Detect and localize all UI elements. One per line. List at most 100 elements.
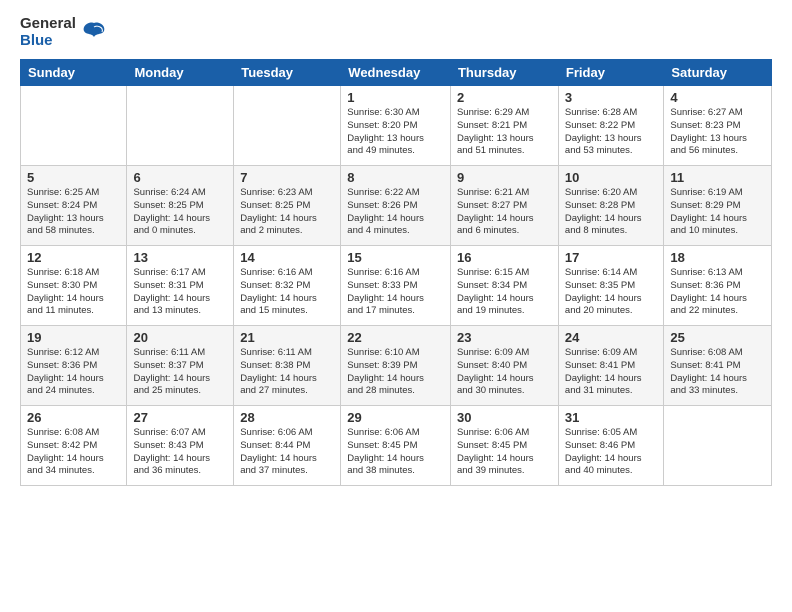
day-number: 11 bbox=[670, 170, 765, 185]
day-number: 22 bbox=[347, 330, 444, 345]
day-info: Sunrise: 6:30 AM Sunset: 8:20 PM Dayligh… bbox=[347, 107, 444, 158]
day-info: Sunrise: 6:29 AM Sunset: 8:21 PM Dayligh… bbox=[457, 107, 552, 158]
day-number: 29 bbox=[347, 410, 444, 425]
week-row-2: 5 Sunrise: 6:25 AM Sunset: 8:24 PM Daylig… bbox=[21, 166, 772, 246]
calendar-cell: 5 Sunrise: 6:25 AM Sunset: 8:24 PM Daylig… bbox=[21, 166, 127, 246]
calendar-cell bbox=[21, 86, 127, 166]
day-number: 13 bbox=[133, 250, 227, 265]
day-number: 2 bbox=[457, 90, 552, 105]
calendar-cell: 22Sunrise: 6:10 AM Sunset: 8:39 PM Dayli… bbox=[341, 326, 451, 406]
day-number: 8 bbox=[347, 170, 444, 185]
day-info: Sunrise: 6:25 AM Sunset: 8:24 PM Dayligh… bbox=[27, 187, 120, 238]
day-info: Sunrise: 6:24 AM Sunset: 8:25 PM Dayligh… bbox=[133, 187, 227, 238]
day-info: Sunrise: 6:09 AM Sunset: 8:40 PM Dayligh… bbox=[457, 347, 552, 398]
day-number: 3 bbox=[565, 90, 657, 105]
day-info: Sunrise: 6:19 AM Sunset: 8:29 PM Dayligh… bbox=[670, 187, 765, 238]
calendar-cell: 16Sunrise: 6:15 AM Sunset: 8:34 PM Dayli… bbox=[450, 246, 558, 326]
day-number: 18 bbox=[670, 250, 765, 265]
week-row-5: 26 Sunrise: 6:08 AM Sunset: 8:42 PM Dayli… bbox=[21, 406, 772, 486]
calendar-cell: 13Sunrise: 6:17 AM Sunset: 8:31 PM Dayli… bbox=[127, 246, 234, 326]
calendar-cell bbox=[234, 86, 341, 166]
day-info: Sunrise: 6:13 AM Sunset: 8:36 PM Dayligh… bbox=[670, 267, 765, 318]
header-sunday: Sunday bbox=[21, 60, 127, 86]
day-info: Sunrise: 6:06 AM Sunset: 8:44 PM Dayligh… bbox=[240, 427, 334, 478]
day-info: Sunrise: 6:28 AM Sunset: 8:22 PM Dayligh… bbox=[565, 107, 657, 158]
day-info: Sunrise: 6:18 AM Sunset: 8:30 PM Dayligh… bbox=[27, 267, 120, 318]
day-number: 25 bbox=[670, 330, 765, 345]
day-info: Sunrise: 6:21 AM Sunset: 8:27 PM Dayligh… bbox=[457, 187, 552, 238]
calendar-cell: 9 Sunrise: 6:21 AM Sunset: 8:27 PM Daylig… bbox=[450, 166, 558, 246]
day-number: 15 bbox=[347, 250, 444, 265]
day-info: Sunrise: 6:11 AM Sunset: 8:37 PM Dayligh… bbox=[133, 347, 227, 398]
day-info: Sunrise: 6:22 AM Sunset: 8:26 PM Dayligh… bbox=[347, 187, 444, 238]
day-info: Sunrise: 6:23 AM Sunset: 8:25 PM Dayligh… bbox=[240, 187, 334, 238]
calendar-cell: 24Sunrise: 6:09 AM Sunset: 8:41 PM Dayli… bbox=[558, 326, 663, 406]
calendar-cell: 26 Sunrise: 6:08 AM Sunset: 8:42 PM Dayli… bbox=[21, 406, 127, 486]
calendar-cell: 31 Sunrise: 6:05 AM Sunset: 8:46 PM Dayli… bbox=[558, 406, 663, 486]
day-info: Sunrise: 6:14 AM Sunset: 8:35 PM Dayligh… bbox=[565, 267, 657, 318]
day-info: Sunrise: 6:07 AM Sunset: 8:43 PM Dayligh… bbox=[133, 427, 227, 478]
day-info: Sunrise: 6:08 AM Sunset: 8:42 PM Dayligh… bbox=[27, 427, 120, 478]
day-number: 30 bbox=[457, 410, 552, 425]
calendar-cell: 20 Sunrise: 6:11 AM Sunset: 8:37 PM Dayli… bbox=[127, 326, 234, 406]
calendar-cell: 21 Sunrise: 6:11 AM Sunset: 8:38 PM Dayli… bbox=[234, 326, 341, 406]
day-info: Sunrise: 6:06 AM Sunset: 8:45 PM Dayligh… bbox=[457, 427, 552, 478]
day-number: 5 bbox=[27, 170, 120, 185]
calendar-cell: 3 Sunrise: 6:28 AM Sunset: 8:22 PM Daylig… bbox=[558, 86, 663, 166]
calendar-cell: 4 Sunrise: 6:27 AM Sunset: 8:23 PM Daylig… bbox=[664, 86, 772, 166]
day-number: 4 bbox=[670, 90, 765, 105]
header-wednesday: Wednesday bbox=[341, 60, 451, 86]
day-info: Sunrise: 6:06 AM Sunset: 8:45 PM Dayligh… bbox=[347, 427, 444, 478]
header-friday: Friday bbox=[558, 60, 663, 86]
calendar-cell: 12 Sunrise: 6:18 AM Sunset: 8:30 PM Dayli… bbox=[21, 246, 127, 326]
calendar-cell: 1 Sunrise: 6:30 AM Sunset: 8:20 PM Daylig… bbox=[341, 86, 451, 166]
day-number: 9 bbox=[457, 170, 552, 185]
day-info: Sunrise: 6:20 AM Sunset: 8:28 PM Dayligh… bbox=[565, 187, 657, 238]
week-row-1: 1 Sunrise: 6:30 AM Sunset: 8:20 PM Daylig… bbox=[21, 86, 772, 166]
logo: General Blue bbox=[20, 16, 108, 49]
day-number: 21 bbox=[240, 330, 334, 345]
header-saturday: Saturday bbox=[664, 60, 772, 86]
day-number: 20 bbox=[133, 330, 227, 345]
logo-blue-text: Blue bbox=[20, 33, 76, 50]
day-number: 28 bbox=[240, 410, 334, 425]
week-row-4: 19 Sunrise: 6:12 AM Sunset: 8:36 PM Dayli… bbox=[21, 326, 772, 406]
calendar-cell: 10Sunrise: 6:20 AM Sunset: 8:28 PM Dayli… bbox=[558, 166, 663, 246]
day-info: Sunrise: 6:12 AM Sunset: 8:36 PM Dayligh… bbox=[27, 347, 120, 398]
calendar-cell: 17 Sunrise: 6:14 AM Sunset: 8:35 PM Dayli… bbox=[558, 246, 663, 326]
header: General Blue bbox=[20, 16, 772, 49]
day-number: 14 bbox=[240, 250, 334, 265]
day-number: 31 bbox=[565, 410, 657, 425]
day-number: 12 bbox=[27, 250, 120, 265]
day-number: 17 bbox=[565, 250, 657, 265]
calendar-cell: 15 Sunrise: 6:16 AM Sunset: 8:33 PM Dayli… bbox=[341, 246, 451, 326]
day-number: 7 bbox=[240, 170, 334, 185]
calendar-cell: 2 Sunrise: 6:29 AM Sunset: 8:21 PM Daylig… bbox=[450, 86, 558, 166]
calendar-table: SundayMondayTuesdayWednesdayThursdayFrid… bbox=[20, 59, 772, 486]
day-number: 19 bbox=[27, 330, 120, 345]
day-info: Sunrise: 6:16 AM Sunset: 8:32 PM Dayligh… bbox=[240, 267, 334, 318]
day-number: 16 bbox=[457, 250, 552, 265]
day-number: 26 bbox=[27, 410, 120, 425]
calendar-cell: 29 Sunrise: 6:06 AM Sunset: 8:45 PM Dayli… bbox=[341, 406, 451, 486]
day-number: 6 bbox=[133, 170, 227, 185]
calendar-cell: 23Sunrise: 6:09 AM Sunset: 8:40 PM Dayli… bbox=[450, 326, 558, 406]
logo-general-text: General bbox=[20, 16, 76, 33]
calendar-cell: 18 Sunrise: 6:13 AM Sunset: 8:36 PM Dayli… bbox=[664, 246, 772, 326]
calendar-cell: 8 Sunrise: 6:22 AM Sunset: 8:26 PM Daylig… bbox=[341, 166, 451, 246]
day-info: Sunrise: 6:05 AM Sunset: 8:46 PM Dayligh… bbox=[565, 427, 657, 478]
day-info: Sunrise: 6:09 AM Sunset: 8:41 PM Dayligh… bbox=[565, 347, 657, 398]
calendar-cell: 28 Sunrise: 6:06 AM Sunset: 8:44 PM Dayli… bbox=[234, 406, 341, 486]
header-tuesday: Tuesday bbox=[234, 60, 341, 86]
day-info: Sunrise: 6:08 AM Sunset: 8:41 PM Dayligh… bbox=[670, 347, 765, 398]
day-info: Sunrise: 6:11 AM Sunset: 8:38 PM Dayligh… bbox=[240, 347, 334, 398]
calendar-cell: 11 Sunrise: 6:19 AM Sunset: 8:29 PM Dayli… bbox=[664, 166, 772, 246]
day-info: Sunrise: 6:27 AM Sunset: 8:23 PM Dayligh… bbox=[670, 107, 765, 158]
calendar-cell: 7 Sunrise: 6:23 AM Sunset: 8:25 PM Daylig… bbox=[234, 166, 341, 246]
calendar-cell: 25 Sunrise: 6:08 AM Sunset: 8:41 PM Dayli… bbox=[664, 326, 772, 406]
page: General Blue SundayMondayTuesdayWednesda… bbox=[0, 0, 792, 612]
calendar-cell: 27Sunrise: 6:07 AM Sunset: 8:43 PM Dayli… bbox=[127, 406, 234, 486]
day-info: Sunrise: 6:16 AM Sunset: 8:33 PM Dayligh… bbox=[347, 267, 444, 318]
week-row-3: 12 Sunrise: 6:18 AM Sunset: 8:30 PM Dayli… bbox=[21, 246, 772, 326]
day-number: 1 bbox=[347, 90, 444, 105]
